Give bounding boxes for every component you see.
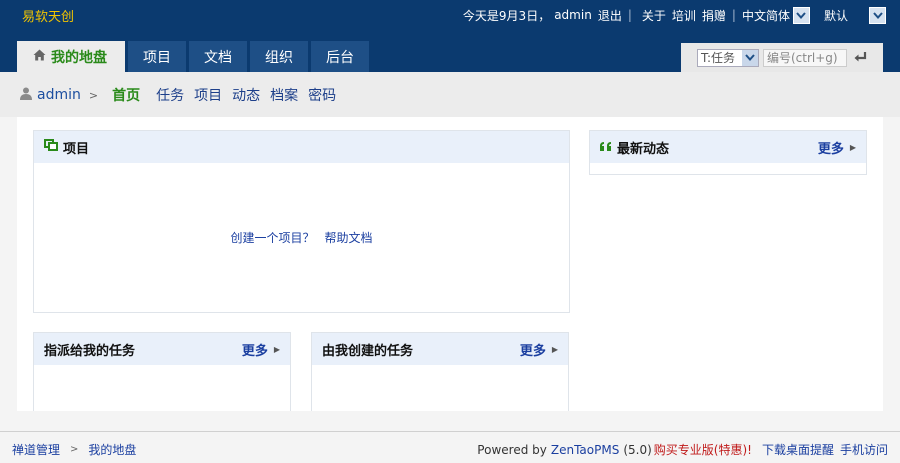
divider: |: [731, 8, 736, 22]
more-label: 更多: [241, 343, 268, 359]
footer: 禅道管理 > 我的地盘 Powered by ZenTaoPMS (5.0) 购…: [0, 431, 900, 463]
panel-header: 指派给我的任务 更多 ▶: [34, 333, 290, 365]
sub-nav: admin > 首页 任务 项目 动态 档案 密码: [0, 72, 900, 117]
tab-doc[interactable]: 文档: [189, 41, 247, 72]
training-link[interactable]: 培训: [672, 7, 696, 24]
header-bar: 易软天创 今天是9月3日， admin 退出 | 关于 培训 捐赠 | 中文简体…: [0, 0, 900, 72]
language-select[interactable]: 中文简体: [741, 6, 810, 24]
user-icon: [20, 87, 32, 104]
search-input[interactable]: 编号(ctrl+g): [763, 48, 847, 67]
assigned-tasks-panel: 指派给我的任务 更多 ▶: [33, 332, 291, 411]
project-panel: 项目 创建一个项目？ 帮助文档: [33, 130, 570, 313]
sub-nav-items: admin > 首页 任务 项目 动态 档案 密码: [20, 85, 346, 105]
today-text: 今天是9月3日，: [462, 8, 551, 23]
powered-by: Powered by ZenTaoPMS (5.0) 购买专业版(特惠)! 下载…: [477, 441, 888, 458]
chevron-down-icon[interactable]: [869, 6, 886, 24]
panel-header: 最新动态 更多 ▶: [590, 131, 866, 163]
breadcrumb-current[interactable]: 我的地盘: [88, 441, 136, 458]
quick-search: T:任务 编号(ctrl+g): [681, 43, 883, 72]
subnav-profile[interactable]: 档案: [270, 85, 298, 105]
created-tasks-panel: 由我创建的任务 更多 ▶: [311, 332, 569, 411]
caret-right-icon: ▶: [849, 142, 856, 152]
chevron-down-icon[interactable]: [742, 49, 758, 66]
tab-my-space[interactable]: 我的地盘: [17, 41, 125, 72]
company-name[interactable]: 易软天创: [22, 6, 74, 25]
user-link[interactable]: admin: [554, 8, 592, 22]
language-value: 中文简体: [741, 8, 790, 23]
panel-title: 项目: [63, 141, 90, 157]
main-content: 项目 创建一个项目？ 帮助文档 最新动态 更多 ▶ 指派给我的任务 更多 ▶ 由…: [17, 117, 883, 411]
download-notifier-link[interactable]: 下载桌面提醒: [762, 441, 834, 458]
user-link[interactable]: admin: [37, 87, 81, 103]
more-link[interactable]: 更多 ▶: [520, 340, 558, 359]
help-doc-link[interactable]: 帮助文档: [325, 229, 373, 246]
tab-admin[interactable]: 后台: [311, 41, 369, 72]
more-label: 更多: [519, 343, 546, 359]
subnav-home[interactable]: 首页: [112, 85, 140, 105]
subnav-password[interactable]: 密码: [308, 85, 336, 105]
create-project-link[interactable]: 创建一个项目？: [230, 229, 314, 246]
buy-pro-link[interactable]: 购买专业版(特惠)!: [654, 441, 752, 458]
panel-header: 项目: [34, 131, 569, 163]
divider: |: [627, 8, 632, 22]
more-link[interactable]: 更多 ▶: [818, 138, 856, 157]
tab-organization[interactable]: 组织: [250, 41, 308, 72]
about-link[interactable]: 关于: [642, 7, 666, 24]
panel-header: 由我创建的任务 更多 ▶: [312, 333, 568, 365]
breadcrumb-root[interactable]: 禅道管理: [12, 441, 60, 458]
search-type-select[interactable]: T:任务: [697, 48, 759, 67]
panel-title: 由我创建的任务: [322, 343, 414, 359]
donate-link[interactable]: 捐赠: [702, 7, 726, 24]
top-toolbar: 今天是9月3日， admin 退出 | 关于 培训 捐赠 | 中文简体 默认: [463, 5, 886, 25]
main-nav: 我的地盘 项目 文档 组织 后台: [17, 41, 372, 72]
more-link[interactable]: 更多 ▶: [242, 340, 280, 359]
subnav-dynamic[interactable]: 动态: [232, 85, 260, 105]
panel-body: 创建一个项目？ 帮助文档: [34, 163, 569, 312]
tab-project[interactable]: 项目: [128, 41, 186, 72]
chevron-right-icon: >: [70, 444, 79, 455]
breadcrumb: 禅道管理 > 我的地盘: [12, 441, 136, 458]
quote-icon: [600, 140, 612, 155]
caret-right-icon: ▶: [551, 344, 558, 354]
project-icon: [44, 139, 58, 155]
subnav-project[interactable]: 项目: [194, 85, 222, 105]
caret-right-icon: ▶: [273, 344, 280, 354]
tab-label: 我的地盘: [51, 49, 107, 66]
dynamic-panel: 最新动态 更多 ▶: [589, 130, 867, 175]
chevron-right-icon: >: [88, 88, 99, 102]
enter-icon[interactable]: [854, 49, 867, 67]
chevron-down-icon[interactable]: [792, 6, 810, 24]
version-text: (5.0): [623, 442, 652, 457]
theme-select[interactable]: 默认: [823, 6, 886, 24]
panel-title: 最新动态: [617, 141, 670, 157]
powered-text: Powered by: [477, 442, 547, 457]
theme-value: 默认: [823, 8, 848, 23]
home-icon: [33, 49, 46, 65]
panel-title: 指派给我的任务: [44, 343, 136, 359]
logout-link[interactable]: 退出: [598, 7, 622, 24]
product-link[interactable]: ZenTaoPMS: [551, 443, 619, 457]
more-label: 更多: [817, 141, 844, 157]
mobile-access-link[interactable]: 手机访问: [840, 441, 888, 458]
subnav-task[interactable]: 任务: [156, 85, 184, 105]
search-type-value: T:任务: [701, 51, 736, 65]
